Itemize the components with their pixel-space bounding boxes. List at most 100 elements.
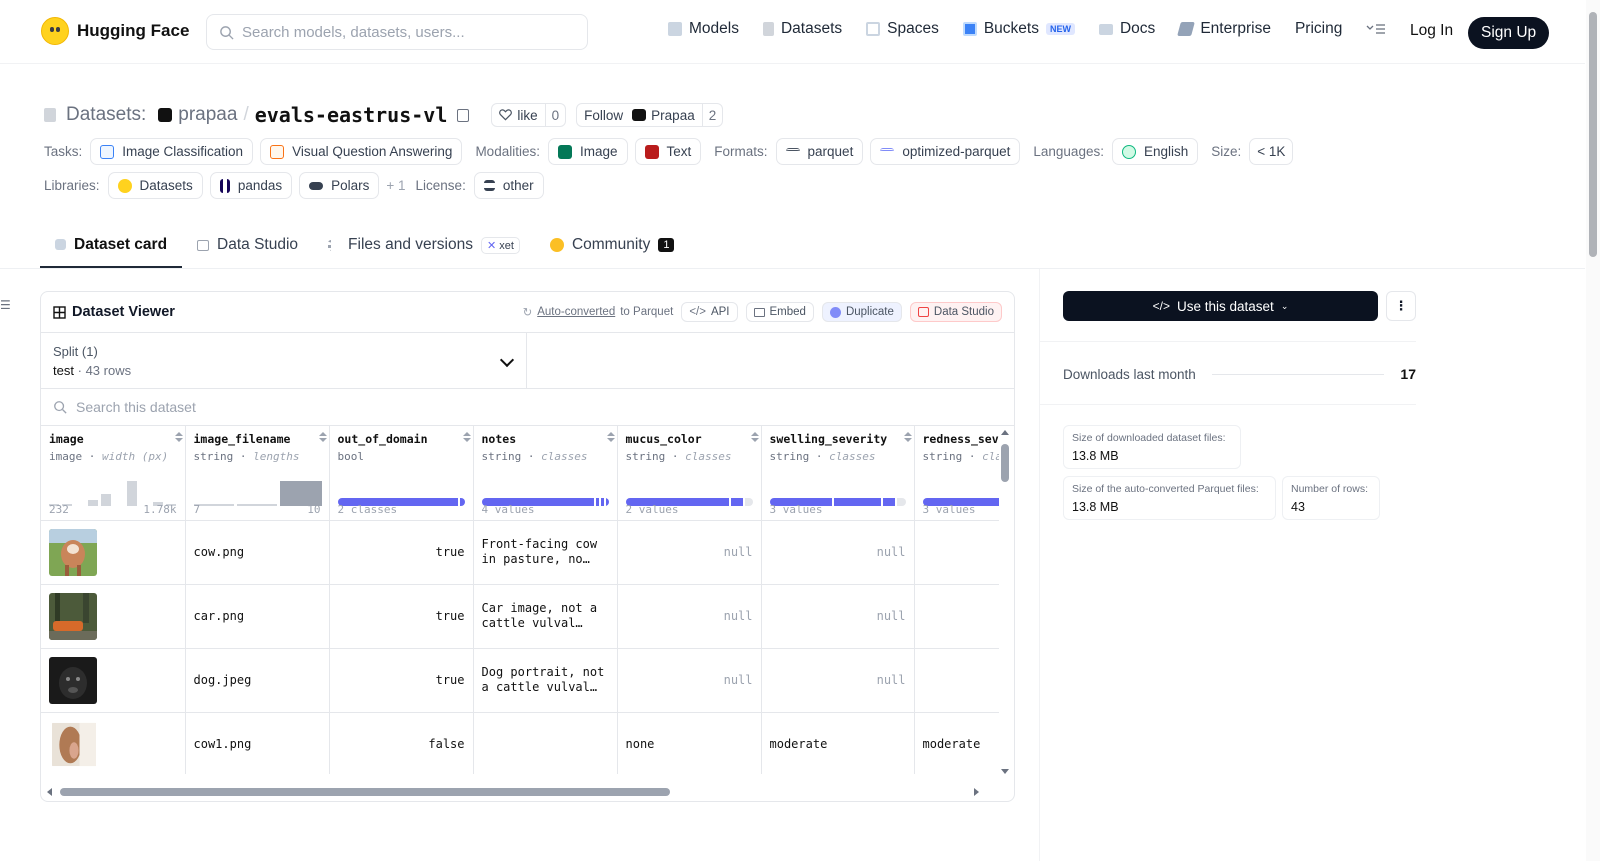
horizontal-scroll-thumb[interactable] (60, 788, 670, 796)
nav-spaces[interactable]: Spaces (866, 20, 939, 38)
col-header-out-of-domain[interactable]: out_of_domain bool 2 classes (329, 426, 474, 521)
col-stat: width (px) (102, 450, 169, 463)
dataset-search[interactable] (41, 389, 1014, 426)
image-cell[interactable] (41, 712, 186, 774)
like-button[interactable]: like 0 (491, 103, 567, 127)
brand-name: Hugging Face (77, 21, 190, 40)
cow-thumbnail (49, 528, 97, 576)
scroll-right-icon[interactable] (974, 788, 979, 796)
scroll-up-icon[interactable] (1001, 430, 1009, 435)
tab-files-versions[interactable]: Files and versions ✕ xet (313, 225, 535, 265)
auto-converted-link[interactable]: ↻ Auto-converted to Parquet (523, 305, 674, 319)
tag-optimized-parquet[interactable]: optimized-parquet (870, 138, 1021, 165)
use-this-dataset-button[interactable]: </> Use this dataset ⌄ (1063, 291, 1378, 321)
cube-icon (55, 239, 66, 250)
split-selector[interactable]: Split (1) test · 43 rows (41, 333, 527, 388)
tab-community[interactable]: Community 1 (535, 225, 690, 265)
tag-parquet[interactable]: parquet (775, 138, 864, 165)
col-header-swelling-severity[interactable]: swelling_severity string · classes 3 val… (761, 426, 915, 521)
page-scroll-thumb[interactable] (1589, 12, 1597, 257)
tag-polars[interactable]: Polars (299, 172, 380, 199)
scroll-down-icon[interactable] (1001, 769, 1009, 774)
col-header-image-filename[interactable]: image_filename string · lengths 7 10 (185, 426, 330, 521)
grid-vertical-scrollbar[interactable] (1001, 430, 1009, 774)
tag-english[interactable]: English (1111, 138, 1199, 165)
nav-docs[interactable]: Docs (1098, 20, 1155, 38)
libraries-more[interactable]: + 1 (386, 178, 405, 193)
col-type-line: bool (338, 450, 465, 463)
follow-avatar (632, 109, 647, 121)
col-header-notes[interactable]: notes string · classes 4 values (473, 426, 618, 521)
tag-image[interactable]: Image (547, 138, 628, 165)
tab-data-studio[interactable]: Data Studio (182, 225, 313, 265)
dataset-search-input[interactable] (76, 399, 476, 415)
parquet-icon (785, 147, 800, 156)
swelling-cell: null (761, 584, 915, 649)
embed-button[interactable]: Embed (745, 302, 814, 322)
split-selector-row: Split (1) test · 43 rows (41, 333, 1014, 389)
global-search-input[interactable] (242, 23, 562, 41)
grid-horizontal-scrollbar[interactable] (45, 785, 995, 799)
api-button[interactable]: </> API (681, 302, 738, 322)
viewer-title: Dataset Viewer (53, 304, 175, 320)
nav-more-menu[interactable] (1366, 23, 1386, 35)
tag-text-modality[interactable]: Text (634, 138, 702, 165)
table-row[interactable]: car.png true Car image, not a cattle vul… (41, 584, 999, 649)
nav-datasets[interactable]: Datasets (762, 20, 842, 38)
page-scrollbar[interactable] (1586, 0, 1600, 861)
summary-text: 2 values (625, 502, 679, 516)
nav-models[interactable]: Models (668, 20, 739, 38)
scroll-left-icon[interactable] (47, 788, 52, 796)
range-min: 232 (49, 502, 69, 516)
col-header-image[interactable]: image image · width (px) 232 1.78k (41, 426, 186, 521)
col-header-redness-severity[interactable]: redness_sev string · cla 3 values (914, 426, 999, 521)
global-search[interactable] (206, 14, 588, 50)
col-type: string (481, 450, 522, 463)
nav-buckets[interactable]: Buckets NEW (962, 20, 1075, 38)
col-header-mucus-color[interactable]: mucus_color string · classes 2 values (617, 426, 762, 521)
col-name: swelling_severity (769, 432, 888, 446)
tag-license[interactable]: other (473, 172, 544, 199)
image-cell[interactable] (41, 520, 186, 585)
image-cell[interactable] (41, 584, 186, 649)
tag-vqa[interactable]: Visual Question Answering (260, 138, 463, 165)
split-rows: 43 rows (85, 363, 132, 378)
repo-owner[interactable]: prapaa (178, 104, 237, 126)
table-row[interactable]: cow.png true Front-facing cow in pasture… (41, 520, 999, 585)
tag-size[interactable]: < 1K (1249, 138, 1294, 165)
follow-button[interactable]: Follow Prapaa 2 (576, 103, 724, 127)
tab-dataset-card[interactable]: Dataset card (40, 225, 183, 268)
repo-name[interactable]: evals-eastrus-vl (255, 103, 448, 127)
login-link[interactable]: Log In (1410, 22, 1453, 40)
languages-label: Languages: (1033, 144, 1104, 159)
nav-pricing[interactable]: Pricing (1295, 20, 1342, 38)
tag-image-classification[interactable]: Image Classification (90, 138, 254, 165)
dataset-viewer: Dataset Viewer ↻ Auto-converted to Parquet… (40, 291, 1015, 802)
dog-thumbnail (49, 656, 97, 704)
class-bar (625, 466, 753, 506)
nav-models-label: Models (689, 20, 739, 37)
copy-icon[interactable] (457, 108, 470, 122)
database-icon (762, 22, 774, 36)
data-studio-button[interactable]: Data Studio (909, 302, 1002, 322)
brand-link[interactable]: Hugging Face (41, 17, 189, 45)
image-cell[interactable] (41, 648, 186, 713)
mucus-cell: null (617, 520, 762, 585)
signup-button[interactable]: Sign Up (1468, 17, 1550, 49)
range-min: 7 (193, 502, 201, 516)
col-type-line: string · classes (481, 450, 588, 463)
tag-text: optimized-parquet (902, 144, 1011, 159)
right-panel-divider (1039, 269, 1040, 861)
col-summary: 3 values (770, 503, 906, 516)
search-icon (220, 25, 234, 40)
sidebar-toggle-icon[interactable]: ☰ (0, 298, 11, 312)
table-row[interactable]: cow1.png false none moderate moderate (41, 712, 999, 774)
nav-enterprise[interactable]: Enterprise (1177, 20, 1271, 38)
vertical-scroll-thumb[interactable] (1001, 444, 1009, 482)
table-row[interactable]: dog.jpeg true Dog portrait, not a cattle… (41, 648, 999, 713)
ood-cell: true (329, 520, 474, 585)
tag-pandas[interactable]: pandas (209, 172, 293, 199)
tag-datasets-lib[interactable]: Datasets (107, 172, 203, 199)
more-options-button[interactable]: ⋮ (1386, 291, 1416, 321)
duplicate-button[interactable]: Duplicate (821, 302, 902, 322)
